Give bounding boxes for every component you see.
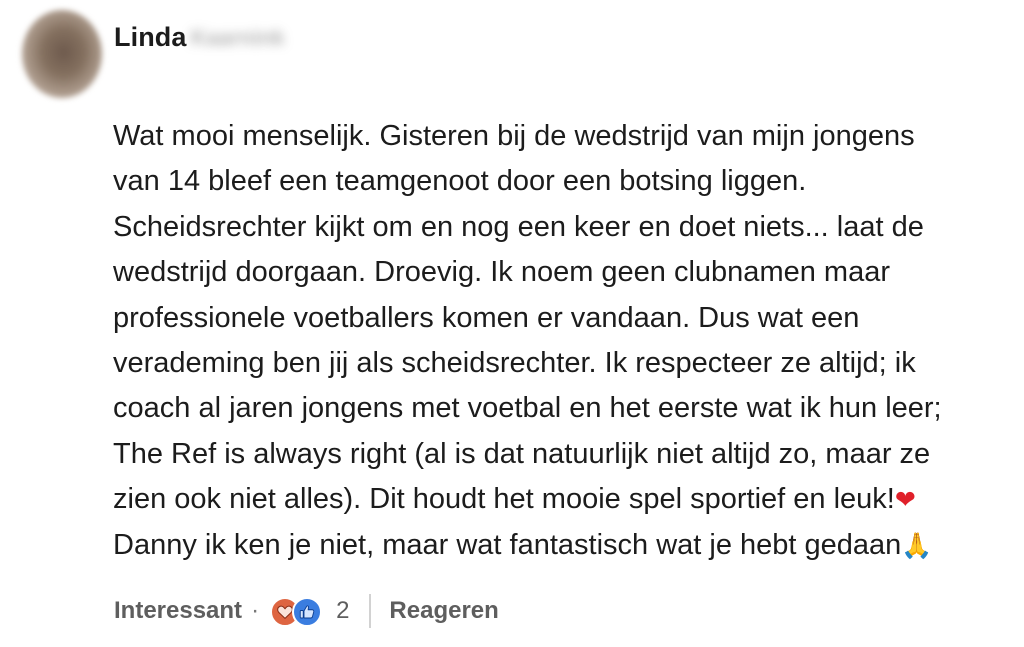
action-divider bbox=[369, 594, 372, 628]
comment-text: Wat mooi menselijk. Gisteren bij de weds… bbox=[113, 114, 1003, 568]
comment-line: The Ref is always right (al is dat natuu… bbox=[113, 437, 931, 470]
react-button[interactable]: Interessant bbox=[114, 597, 242, 625]
like-reaction-icon bbox=[292, 597, 323, 627]
author-name[interactable]: Linda Kaarnink bbox=[114, 22, 285, 53]
comment-card: Linda Kaarnink Wat mooi menselijk. Giste… bbox=[0, 0, 1024, 647]
separator-dot: · bbox=[251, 597, 260, 624]
comment-line-with-pray: Danny ik ken je niet, maar wat fantastis… bbox=[113, 523, 1003, 568]
comment-line: Danny ik ken je niet, maar wat fantastis… bbox=[113, 528, 902, 561]
comment-line: professionele voetballers komen er vanda… bbox=[113, 301, 860, 334]
avatar[interactable] bbox=[22, 10, 102, 98]
comment-line: zien ook niet alles). Dit houdt het mooi… bbox=[113, 483, 895, 516]
comment-line: Scheidsrechter kijkt om en nog een keer … bbox=[113, 210, 924, 243]
comment-line: wedstrijd doorgaan. Droevig. Ik noem gee… bbox=[113, 256, 890, 289]
author-last-name[interactable]: Kaarnink bbox=[191, 25, 285, 51]
reply-button[interactable]: Reageren bbox=[389, 597, 498, 625]
comment-line: coach al jaren jongens met voetbal en he… bbox=[113, 392, 942, 425]
comment-line: Wat mooi menselijk. Gisteren bij de weds… bbox=[113, 120, 915, 152]
comment-line: van 14 bleef een teamgenoot door een bot… bbox=[113, 165, 807, 198]
pray-emoji: 🙏 bbox=[901, 531, 933, 560]
heart-emoji: ❤ bbox=[894, 486, 916, 515]
reaction-summary[interactable] bbox=[270, 596, 330, 627]
reaction-count[interactable]: 2 bbox=[336, 597, 349, 625]
author-first-name[interactable]: Linda bbox=[114, 22, 187, 53]
comment-actions: Interessant · 2 Reageren bbox=[114, 592, 499, 630]
comment-line-with-heart: zien ook niet alles). Dit houdt het mooi… bbox=[113, 477, 1003, 522]
comment-line: verademing ben jij als scheidsrechter. I… bbox=[113, 347, 916, 380]
